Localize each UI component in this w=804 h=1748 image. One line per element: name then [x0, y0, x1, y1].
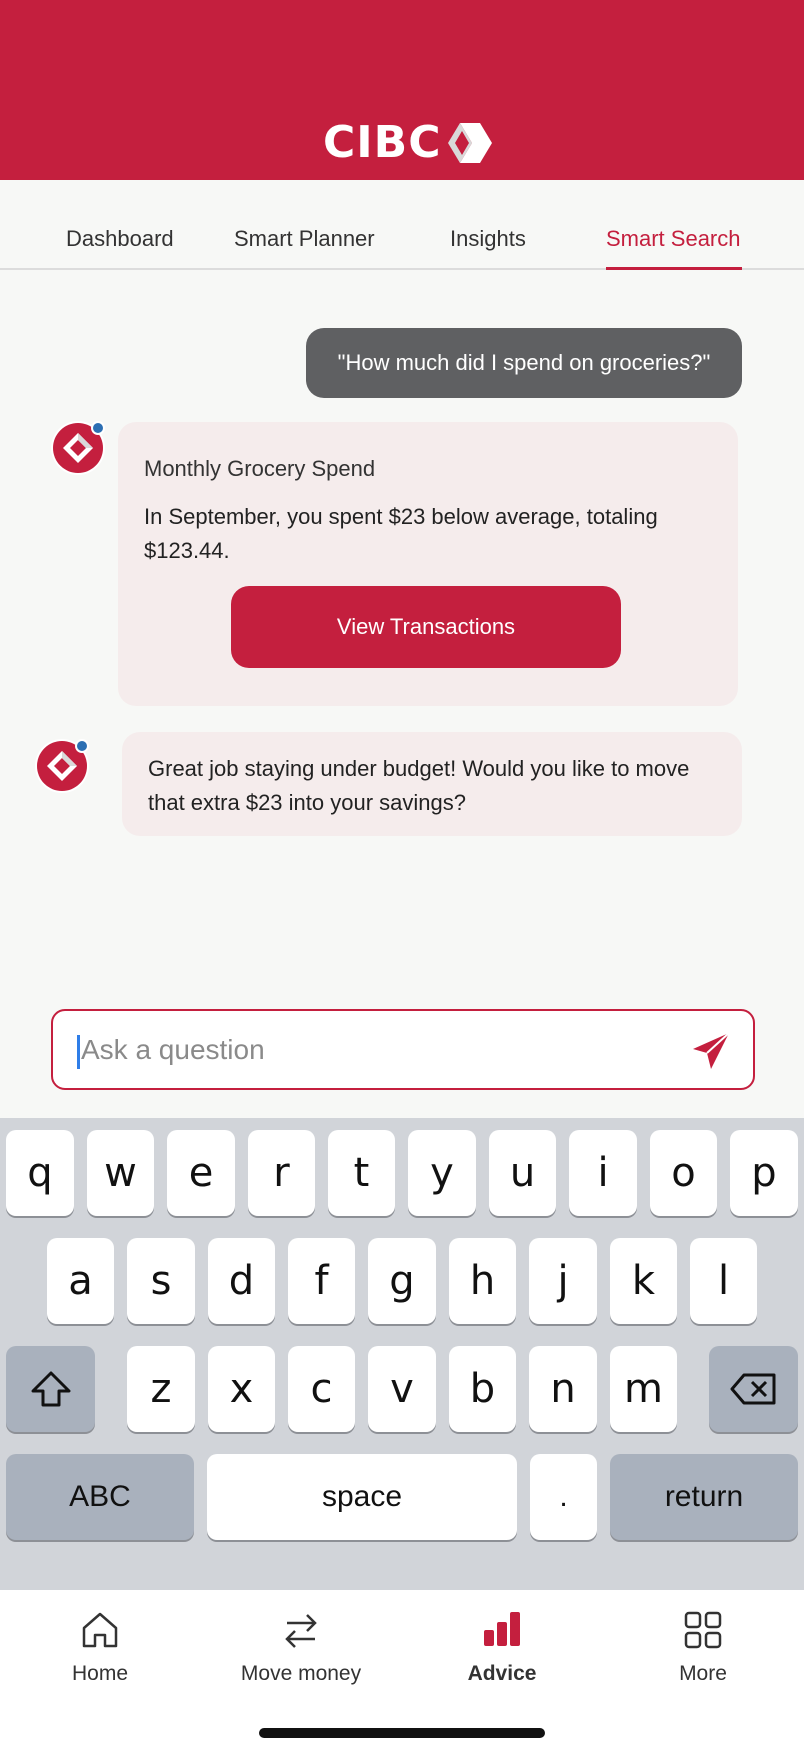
key-a[interactable]: a	[47, 1238, 114, 1324]
tab-bar: Dashboard Smart Planner Insights Smart S…	[0, 180, 804, 270]
key-j[interactable]: j	[529, 1238, 597, 1324]
nav-home-label: Home	[71, 1662, 129, 1685]
key-e[interactable]: e	[167, 1130, 235, 1216]
home-indicator[interactable]	[259, 1728, 545, 1738]
key-i[interactable]: i	[569, 1130, 637, 1216]
nav-more[interactable]: More	[613, 1608, 793, 1708]
space-key[interactable]: space	[207, 1454, 517, 1540]
key-m[interactable]: m	[610, 1346, 677, 1432]
bot-message-bubble: Great job staying under budget! Would yo…	[122, 732, 742, 836]
view-transactions-button[interactable]: View Transactions	[231, 586, 621, 668]
nav-advice-label: Advice	[467, 1662, 537, 1685]
cibc-diamond-icon	[447, 123, 492, 163]
active-tab-indicator	[606, 267, 742, 270]
key-w[interactable]: w	[87, 1130, 154, 1216]
tab-dashboard[interactable]: Dashboard	[66, 226, 174, 252]
period-key[interactable]: .	[530, 1454, 597, 1540]
nav-more-label: More	[679, 1662, 727, 1685]
logo-text: CIBC	[323, 117, 442, 168]
key-y[interactable]: y	[408, 1130, 476, 1216]
card-title: Monthly Grocery Spend	[144, 456, 376, 481]
bar-chart-icon	[484, 1612, 520, 1646]
ask-question-input[interactable]	[81, 1025, 641, 1075]
key-h[interactable]: h	[449, 1238, 516, 1324]
cibc-diamond-icon	[47, 751, 77, 781]
key-x[interactable]: x	[208, 1346, 275, 1432]
tab-insights[interactable]: Insights	[450, 226, 526, 252]
key-k[interactable]: k	[610, 1238, 677, 1324]
cibc-logo: CIBC	[323, 116, 494, 170]
nav-move-money[interactable]: Move money	[211, 1608, 391, 1708]
key-t[interactable]: t	[328, 1130, 395, 1216]
key-q[interactable]: q	[6, 1130, 74, 1216]
key-u[interactable]: u	[489, 1130, 556, 1216]
grid-icon	[684, 1611, 722, 1649]
key-s[interactable]: s	[127, 1238, 195, 1324]
key-r[interactable]: r	[248, 1130, 315, 1216]
key-z[interactable]: z	[127, 1346, 195, 1432]
delete-icon	[730, 1373, 775, 1405]
key-p[interactable]: p	[730, 1130, 798, 1216]
online-status-dot	[91, 421, 105, 435]
key-b[interactable]: b	[449, 1346, 516, 1432]
question-input-box[interactable]	[51, 1009, 755, 1090]
text-caret	[77, 1035, 80, 1069]
card-body: In September, you spent $23 below averag…	[144, 504, 658, 563]
delete-key[interactable]	[709, 1346, 798, 1432]
user-message-bubble: "How much did I spend on groceries?"	[306, 328, 742, 398]
key-d[interactable]: d	[208, 1238, 275, 1324]
key-n[interactable]: n	[529, 1346, 597, 1432]
tab-smart-search[interactable]: Smart Search	[606, 226, 741, 252]
tab-smart-planner[interactable]: Smart Planner	[234, 226, 375, 252]
app-header: CIBC	[0, 0, 804, 180]
abc-key[interactable]: ABC	[6, 1454, 194, 1540]
send-icon[interactable]	[689, 1029, 733, 1073]
cibc-diamond-icon	[63, 433, 93, 463]
online-status-dot	[75, 739, 89, 753]
bot-avatar	[51, 421, 105, 475]
key-c[interactable]: c	[288, 1346, 355, 1432]
shift-key[interactable]	[6, 1346, 95, 1432]
nav-move-money-label: Move money	[240, 1662, 362, 1685]
key-g[interactable]: g	[368, 1238, 436, 1324]
key-f[interactable]: f	[288, 1238, 355, 1324]
bottom-navigation: Home Move money Advice More	[0, 1590, 804, 1748]
key-l[interactable]: l	[690, 1238, 757, 1324]
home-icon	[82, 1612, 118, 1648]
key-v[interactable]: v	[368, 1346, 436, 1432]
transfer-icon	[285, 1614, 317, 1648]
bot-avatar	[35, 739, 89, 793]
nav-advice[interactable]: Advice	[412, 1608, 592, 1708]
nav-home[interactable]: Home	[10, 1608, 190, 1708]
return-key[interactable]: return	[610, 1454, 798, 1540]
on-screen-keyboard: q w e r t y u i o p a s d f g h j k l z …	[0, 1118, 804, 1590]
bot-message-text: Great job staying under budget! Would yo…	[148, 756, 690, 815]
shift-icon	[31, 1371, 70, 1407]
bot-response-card: Monthly Grocery Spend In September, you …	[118, 422, 738, 706]
key-o[interactable]: o	[650, 1130, 717, 1216]
user-message-text: "How much did I spend on groceries?"	[337, 350, 711, 375]
